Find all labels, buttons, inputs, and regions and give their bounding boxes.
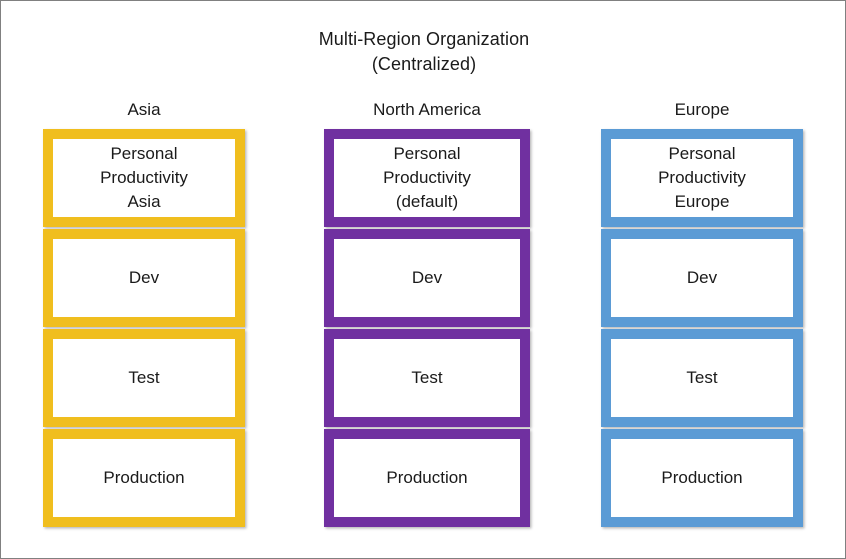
env-box-dev-europe[interactable]: Dev	[601, 229, 803, 327]
env-label: Personal Productivity Europe	[654, 142, 750, 214]
env-label-line-1: Dev	[686, 268, 718, 287]
env-label-line-1: Dev	[411, 268, 443, 287]
env-box-production-north-america[interactable]: Production	[324, 429, 530, 527]
env-label-line-3: (default)	[395, 192, 459, 211]
env-label-line-1: Test	[411, 368, 443, 387]
env-label: Production	[382, 466, 471, 490]
env-label-line-1: Production	[661, 468, 743, 487]
env-label-line-1: Test	[128, 368, 160, 387]
env-label-line-2: Productivity	[100, 168, 188, 187]
region-header-north-america: North America	[373, 100, 481, 119]
env-label: Dev	[125, 266, 163, 290]
env-label-line-1: Personal	[110, 144, 178, 163]
env-box-personal-productivity-north-america[interactable]: Personal Productivity (default)	[324, 129, 530, 227]
env-label-line-1: Test	[686, 368, 718, 387]
env-label-line-3: Asia	[127, 192, 161, 211]
env-label: Test	[682, 366, 721, 390]
env-label-line-1: Personal	[393, 144, 461, 163]
env-box-production-europe[interactable]: Production	[601, 429, 803, 527]
env-label: Production	[657, 466, 746, 490]
env-label: Test	[124, 366, 163, 390]
diagram-canvas: Multi-Region Organization (Centralized) …	[0, 0, 846, 559]
page-title: Multi-Region Organization (Centralized)	[1, 27, 845, 77]
env-label: Dev	[683, 266, 721, 290]
env-box-production-asia[interactable]: Production	[43, 429, 245, 527]
env-label-line-1: Dev	[128, 268, 160, 287]
region-header-asia: Asia	[127, 100, 161, 119]
env-label: Test	[407, 366, 446, 390]
env-box-personal-productivity-asia[interactable]: Personal Productivity Asia	[43, 129, 245, 227]
title-line-2: (Centralized)	[371, 54, 477, 74]
region-column-europe: Europe Personal Productivity Europe Dev …	[601, 99, 803, 527]
region-header-europe: Europe	[674, 100, 730, 119]
region-column-north-america: North America Personal Productivity (def…	[324, 99, 530, 527]
env-label: Personal Productivity (default)	[379, 142, 475, 214]
env-label-line-1: Production	[386, 468, 468, 487]
environment-stack-europe: Personal Productivity Europe Dev Test Pr…	[601, 129, 803, 527]
region-column-asia: Asia Personal Productivity Asia Dev Test	[43, 99, 245, 527]
env-label-line-1: Personal	[668, 144, 736, 163]
env-label-line-2: Productivity	[658, 168, 746, 187]
env-box-personal-productivity-europe[interactable]: Personal Productivity Europe	[601, 129, 803, 227]
environment-stack-asia: Personal Productivity Asia Dev Test Prod…	[43, 129, 245, 527]
env-box-dev-north-america[interactable]: Dev	[324, 229, 530, 327]
title-line-1: Multi-Region Organization	[318, 29, 530, 49]
env-box-test-north-america[interactable]: Test	[324, 329, 530, 427]
env-label-line-2: Productivity	[383, 168, 471, 187]
environment-stack-north-america: Personal Productivity (default) Dev Test…	[324, 129, 530, 527]
env-label-line-1: Production	[103, 468, 185, 487]
env-label: Personal Productivity Asia	[96, 142, 192, 214]
env-label: Production	[99, 466, 188, 490]
env-label-line-3: Europe	[674, 192, 730, 211]
env-box-test-europe[interactable]: Test	[601, 329, 803, 427]
env-label: Dev	[408, 266, 446, 290]
env-box-dev-asia[interactable]: Dev	[43, 229, 245, 327]
env-box-test-asia[interactable]: Test	[43, 329, 245, 427]
